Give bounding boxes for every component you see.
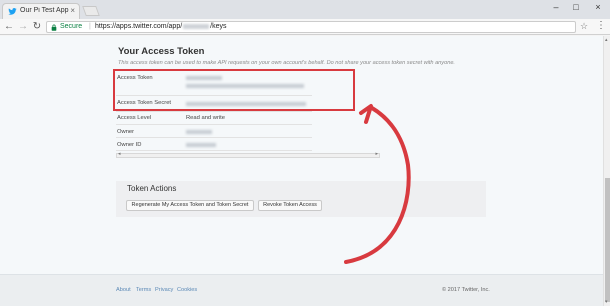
url-text: https://apps.twitter.com/app/ /keys [95, 23, 227, 30]
section-title: Your Access Token [118, 46, 205, 57]
footer-link-terms[interactable]: Terms [136, 287, 151, 293]
star-icon[interactable]: ☆ [580, 21, 588, 32]
browser-toolbar: ← → ↻ Secure | https://apps.twitter.com/… [0, 19, 610, 35]
tab-close-icon[interactable]: × [70, 6, 75, 15]
scroll-right-icon[interactable]: ▸ [375, 151, 378, 157]
menu-icon[interactable]: ⋮ [596, 20, 606, 31]
vertical-scrollbar[interactable]: ▴ ▾ [603, 36, 610, 306]
browser-window: Our Pi Test App | Twitter × – □ × ← → ↻ … [0, 0, 610, 306]
maximize-button[interactable]: □ [568, 0, 584, 19]
address-bar[interactable]: Secure | https://apps.twitter.com/app/ /k… [46, 21, 576, 33]
row-label: Access Level [117, 115, 152, 121]
redacted-app-id [183, 23, 210, 29]
page-footer: About Terms Privacy Cookies © 2017 Twitt… [0, 274, 603, 306]
scroll-up-icon[interactable]: ▴ [605, 37, 608, 43]
row-label: Owner ID [117, 142, 142, 148]
redacted-value [186, 130, 212, 134]
redacted-owner [186, 130, 226, 138]
lock-icon [51, 24, 57, 31]
forward-icon[interactable]: → [17, 21, 29, 33]
token-actions-title: Token Actions [127, 184, 177, 193]
redacted-value [186, 143, 216, 147]
footer-link-cookies[interactable]: Cookies [177, 287, 197, 293]
secure-label: Secure [60, 23, 83, 30]
footer-link-privacy[interactable]: Privacy [155, 287, 173, 293]
scroll-down-icon[interactable]: ▾ [605, 299, 608, 305]
twitter-bird-icon [8, 8, 17, 15]
regenerate-token-button[interactable]: Regenerate My Access Token and Token Sec… [126, 200, 254, 211]
address-separator: | [89, 23, 91, 30]
new-tab-button[interactable] [82, 6, 100, 16]
token-row: Owner [116, 125, 312, 138]
horizontal-scrollbar[interactable]: ◂ ▸ [116, 151, 380, 158]
revoke-token-button[interactable]: Revoke Token Access [258, 200, 322, 211]
section-subtitle: This access token can be used to make AP… [118, 60, 455, 66]
tab-title: Our Pi Test App | Twitter [20, 7, 70, 14]
scroll-left-icon[interactable]: ◂ [118, 151, 121, 157]
token-row: Owner ID [116, 138, 312, 151]
redacted-owner-id [186, 143, 226, 151]
back-icon[interactable]: ← [3, 21, 15, 33]
close-window-button[interactable]: × [590, 0, 606, 19]
minimize-button[interactable]: – [548, 0, 564, 19]
scrollbar-thumb[interactable] [605, 178, 610, 302]
url-suffix: /keys [210, 23, 227, 30]
access-level-value: Read and write [186, 115, 225, 121]
footer-link-about[interactable]: About [116, 287, 131, 293]
copyright: © 2017 Twitter, Inc. [442, 287, 490, 293]
row-label: Owner [117, 129, 135, 135]
highlight-box-annotation [113, 69, 355, 111]
browser-tab[interactable]: Our Pi Test App | Twitter × [2, 3, 80, 19]
reload-icon[interactable]: ↻ [31, 21, 43, 33]
tab-strip: Our Pi Test App | Twitter × – □ × [0, 0, 610, 19]
token-row: Access Level Read and write [116, 112, 312, 125]
token-actions-panel: Token Actions Regenerate My Access Token… [116, 181, 486, 217]
url-prefix: https://apps.twitter.com/app/ [95, 23, 183, 30]
